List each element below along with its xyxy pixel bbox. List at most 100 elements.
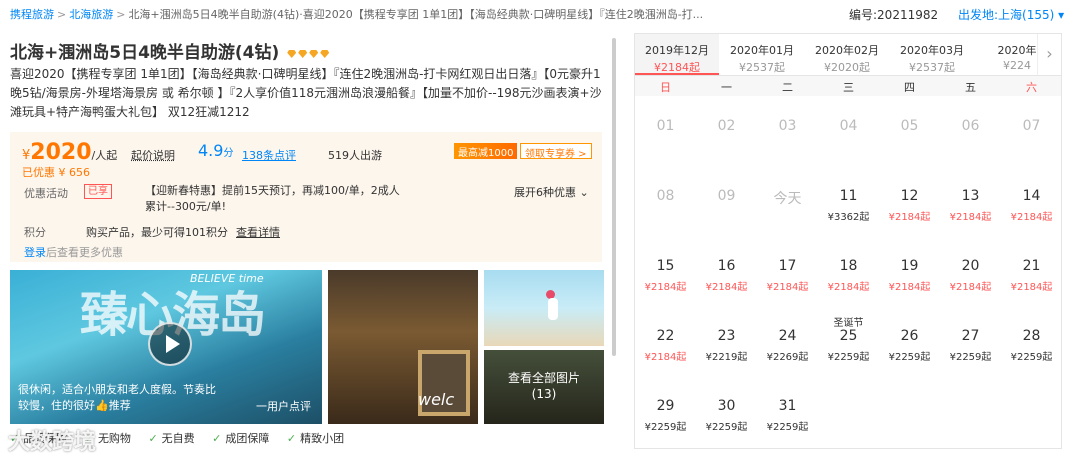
page-title: 北海+涠洲岛5日4晚半自助游(4钻)	[10, 38, 330, 63]
points-label: 积分	[24, 226, 46, 239]
month-label: 2020年01月	[730, 44, 794, 57]
check-icon: ✓	[148, 432, 158, 445]
month-tab[interactable]: 2020年01月 ¥2537起	[720, 34, 804, 75]
review-caption: 很休闲，适合小朋友和老人度假。节奏比较慢，住的很好👍推荐	[18, 383, 216, 412]
day-number: 31	[778, 398, 797, 414]
title-text: 北海+涠洲岛5日4晚半自助游(4钻)	[10, 43, 280, 63]
calendar-day[interactable]: 19 ¥2184起	[879, 250, 940, 320]
calendar-day[interactable]: 13 ¥2184起	[940, 180, 1001, 250]
calendar-day[interactable]: 20 ¥2184起	[940, 250, 1001, 320]
product-description: 喜迎2020【携程专享团 1单1团】【海岛经典款·口碑明星线】『连住2晚涠洲岛-…	[10, 67, 602, 119]
diamond-icon	[298, 50, 308, 58]
expand-promotions-button[interactable]: 展开6种优惠 ⌄	[514, 184, 589, 200]
day-price: ¥2184起	[766, 282, 809, 293]
tag-label: 精致小团	[300, 432, 345, 445]
calendar-day: 今天	[757, 180, 818, 250]
calendar-day[interactable]: 11 ¥3362起	[818, 180, 879, 250]
login-tip: 登录后查看更多优惠	[24, 244, 123, 260]
gallery-image-beach[interactable]	[484, 270, 604, 346]
calendar-day[interactable]: 23 ¥2219起	[696, 320, 757, 390]
watermark: 大数跨境	[8, 430, 97, 455]
calendar-day[interactable]: 15 ¥2184起	[635, 250, 696, 320]
caret-down-icon: ▾	[1058, 8, 1065, 22]
view-all-photos-button[interactable]: 查看全部图片 (13)	[484, 350, 604, 424]
breadcrumb-sep: >	[116, 8, 126, 21]
calendar-day[interactable]: 31 ¥2259起	[757, 390, 818, 460]
price-panel: ¥2020/人起 起价说明 4.9分 138条点评 519人出游 已优惠 ¥ 6…	[10, 132, 602, 262]
month-tab[interactable]: 2020年02月 ¥2020起	[805, 34, 889, 75]
day-price: ¥2269起	[766, 352, 809, 363]
day-number: 16	[717, 258, 736, 274]
main-video-thumbnail[interactable]: 臻心海岛 BELIEVE time 很休闲，适合小朋友和老人度假。节奏比较慢，住…	[10, 270, 322, 424]
tag-small-group: ✓ 精致小团	[287, 432, 344, 445]
calendar-day[interactable]: 24 ¥2269起	[757, 320, 818, 390]
day-number: 02	[717, 118, 736, 134]
scrollbar[interactable]	[612, 38, 616, 356]
enjoyed-badge: 已享	[84, 184, 112, 199]
day-number: 27	[961, 328, 980, 344]
max-discount-badge: 最高减1000	[454, 143, 518, 159]
calendar-day[interactable]: 14 ¥2184起	[1001, 180, 1062, 250]
month-tab[interactable]: 2020年03月 ¥2537起	[890, 34, 974, 75]
calendar-day: 02	[696, 110, 757, 180]
gallery-image-balloons[interactable]: welc	[328, 270, 478, 424]
day-price: ¥2219起	[705, 352, 748, 363]
departure-select[interactable]: 出发地:上海(155) ▾	[958, 6, 1064, 23]
month-price: ¥2184起	[654, 61, 700, 74]
day-price: ¥2184起	[949, 212, 992, 223]
calendar-day[interactable]: 21 ¥2184起	[1001, 250, 1062, 320]
calendar-day[interactable]: 26 ¥2259起	[879, 320, 940, 390]
reviews-link[interactable]: 138条点评	[242, 147, 296, 163]
person-figure	[548, 298, 558, 320]
weekday-label: 二	[782, 81, 793, 94]
calendar-day: 08	[635, 180, 696, 250]
day-number: 18	[839, 258, 858, 274]
month-label: 2020年	[997, 44, 1037, 57]
day-number: 06	[961, 118, 980, 134]
claim-coupon-button[interactable]: 领取专享券 >	[520, 143, 592, 160]
weekday-label: 六	[1026, 81, 1037, 94]
month-label: 2020年02月	[815, 44, 879, 57]
day-number: 04	[839, 118, 858, 134]
day-number: 17	[778, 258, 797, 274]
day-number: 11	[839, 188, 858, 204]
day-price: ¥2259起	[644, 422, 687, 433]
play-icon[interactable]	[148, 322, 192, 366]
login-tip-text: 后查看更多优惠	[46, 246, 123, 259]
breadcrumb-city[interactable]: 北海旅游	[69, 8, 113, 21]
month-tab[interactable]: 2019年12月 ¥2184起	[635, 34, 719, 75]
next-month-icon[interactable]: ›	[1037, 34, 1061, 75]
calendar-day[interactable]: 圣诞节 25 ¥2259起	[818, 318, 879, 390]
calendar-day[interactable]: 12 ¥2184起	[879, 180, 940, 250]
day-price: ¥2184起	[888, 212, 931, 223]
day-number: 28	[1022, 328, 1041, 344]
calendar-day[interactable]: 16 ¥2184起	[696, 250, 757, 320]
calendar-day: 06	[940, 110, 1001, 180]
login-link[interactable]: 登录	[24, 246, 46, 259]
calendar-day: 09	[696, 180, 757, 250]
points-detail-link[interactable]: 查看详情	[236, 226, 280, 239]
weekday-label: 三	[843, 81, 854, 94]
day-number: 01	[656, 118, 675, 134]
calendar-day[interactable]: 27 ¥2259起	[940, 320, 1001, 390]
day-number: 08	[656, 188, 675, 204]
calendar-day[interactable]: 17 ¥2184起	[757, 250, 818, 320]
price-explain-link[interactable]: 起价说明	[131, 147, 175, 163]
breadcrumb-home[interactable]: 携程旅游	[10, 8, 54, 21]
day-number: 12	[900, 188, 919, 204]
diamond-rating	[285, 43, 330, 63]
day-number: 今天	[773, 191, 802, 207]
calendar-day[interactable]: 29 ¥2259起	[635, 390, 696, 460]
review-score: 4.9分	[198, 141, 233, 160]
calendar-day[interactable]: 22 ¥2184起	[635, 320, 696, 390]
calendar-day[interactable]: 18 ¥2184起	[818, 250, 879, 320]
calendar-day[interactable]: 28 ¥2259起	[1001, 320, 1062, 390]
check-icon: ✓	[212, 432, 222, 445]
day-price: ¥2184起	[1010, 282, 1053, 293]
day-price: ¥2259起	[766, 422, 809, 433]
calendar-day[interactable]: 30 ¥2259起	[696, 390, 757, 460]
holiday-label: 圣诞节	[833, 318, 864, 329]
day-price: ¥2184起	[644, 282, 687, 293]
traveler-count: 519人出游	[328, 149, 382, 162]
month-price: ¥2020起	[824, 61, 870, 74]
